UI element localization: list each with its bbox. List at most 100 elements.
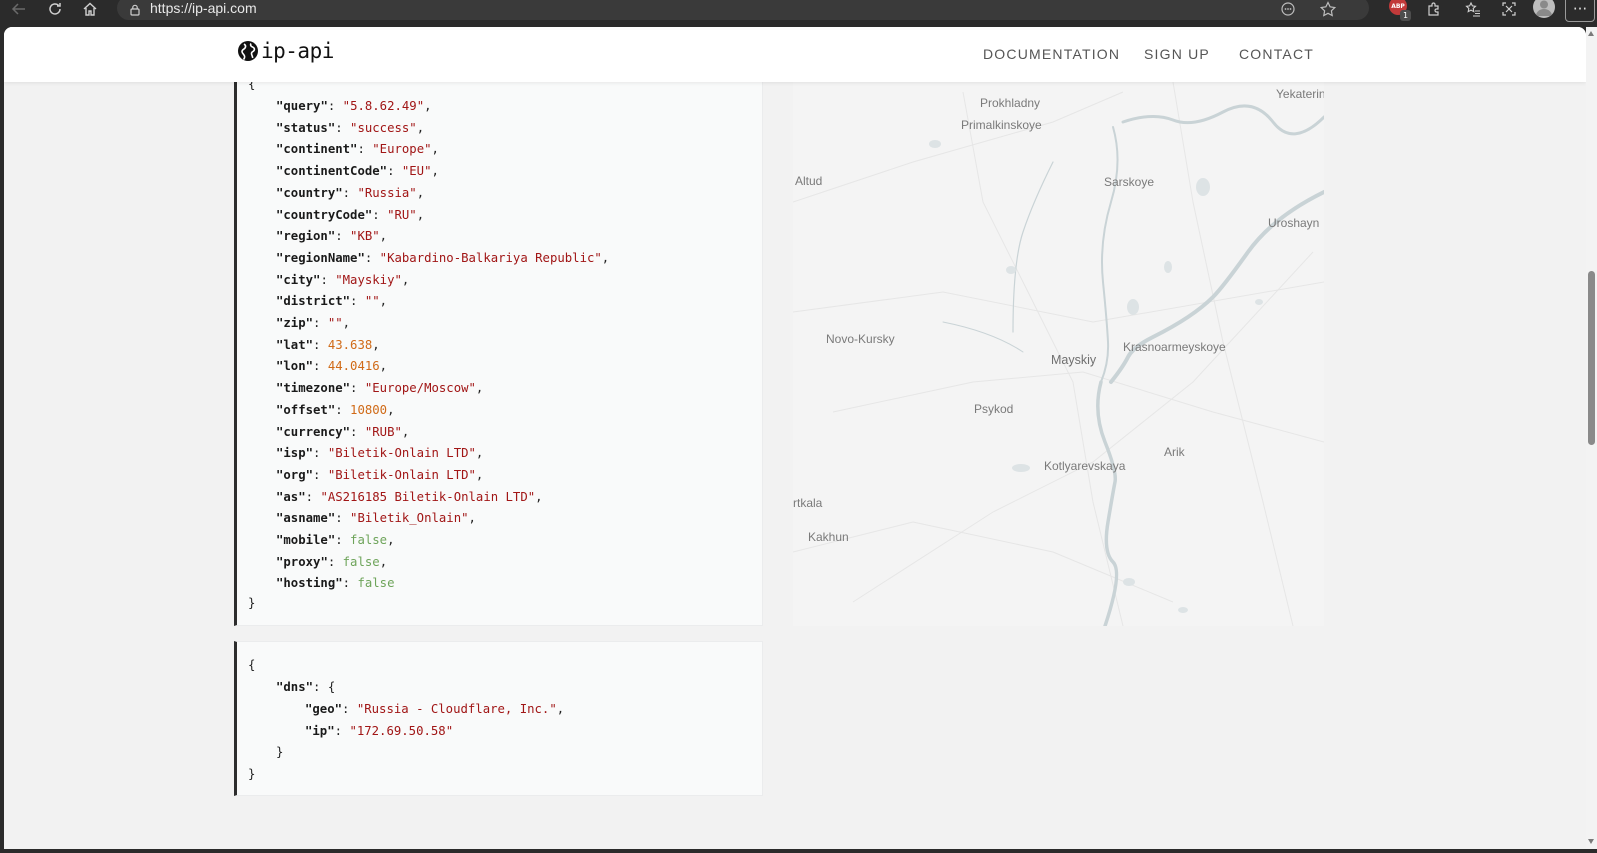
site-logo[interactable]: ip-api <box>237 39 334 63</box>
map-label-uroshayn: Uroshayn <box>1268 216 1320 230</box>
url-text[interactable]: https://ip-api.com <box>150 0 257 16</box>
json-value-text: 172.69.50.58 <box>356 723 446 738</box>
nav-sign-up[interactable]: SIGN UP <box>1144 46 1210 62</box>
favorites-collection-icon[interactable] <box>1463 0 1483 18</box>
json-line-city: "city": "Mayskiy", <box>276 272 410 287</box>
profile-avatar-icon[interactable] <box>1533 0 1555 18</box>
json-value: "Biletik_Onlain" <box>350 511 469 526</box>
map-label-novo-kursky: Novo-Kursky <box>826 332 895 346</box>
extensions-puzzle-icon[interactable] <box>1424 0 1444 18</box>
json-value: "Kabardino-Balkariya Republic" <box>379 250 602 265</box>
json-line-regionname: "regionName": "Kabardino-Balkariya Repub… <box>276 250 610 265</box>
json-value-text: false <box>350 533 388 547</box>
json-key-text: countryCode <box>283 207 365 222</box>
json-value: "172.69.50.58" <box>349 723 454 738</box>
json-key: "timezone" <box>276 381 351 396</box>
json-key: "continent" <box>276 142 358 157</box>
json-key: "asname" <box>276 511 336 526</box>
json-key-text: mobile <box>283 533 328 547</box>
settings-menu-button[interactable]: ··· <box>1565 0 1595 22</box>
json-value: "success" <box>350 120 417 135</box>
json-key: "as" <box>276 489 306 504</box>
json-value: "" <box>364 294 380 309</box>
json-value-text: Biletik_Onlain <box>357 511 462 526</box>
location-map[interactable]: Prokhladny Primalkinskoye Yekaterin Altu… <box>793 82 1324 626</box>
json-line-hosting: "hosting": false <box>276 576 395 591</box>
json-value: "Europe" <box>372 142 432 157</box>
json-line-mobile: "mobile": false, <box>276 533 395 547</box>
json-value: false <box>350 533 387 547</box>
json-key-text: isp <box>283 446 306 461</box>
nav-documentation[interactable]: DOCUMENTATION <box>983 46 1120 62</box>
browser-toolbar: https://ip-api.com ABP 1 ··· <box>0 0 1597 27</box>
json-key-text: geo <box>312 702 335 716</box>
json-line-geo: "geo": "Russia - Cloudflare, Inc.", <box>305 702 565 716</box>
json-key-text: as <box>283 489 299 504</box>
json-key: "geo" <box>305 702 343 716</box>
map-label-arik: Arik <box>1164 445 1185 459</box>
map-label-kotlyarevskaya: Kotlyarevskaya <box>1044 459 1126 473</box>
favorite-star-icon[interactable] <box>1319 1 1337 17</box>
json-key-text: timezone <box>283 381 343 396</box>
json-key: "isp" <box>276 446 314 461</box>
json-value-text: KB <box>357 229 373 244</box>
json-key: "status" <box>276 120 336 135</box>
json-line-country: "country": "Russia", <box>276 185 425 200</box>
map-label-altud: Altud <box>795 174 823 188</box>
json-value-text: Russia - Cloudflare, Inc. <box>364 702 550 716</box>
adblock-badge-label: ABP <box>1391 2 1405 10</box>
reading-mode-icon[interactable] <box>1279 1 1297 17</box>
screenshot-capture-icon[interactable] <box>1499 0 1519 18</box>
back-icon[interactable] <box>9 0 29 18</box>
json-line-offset: "offset": 10800, <box>276 402 395 417</box>
json-value: "" <box>327 316 343 330</box>
json-key: "region" <box>276 229 336 244</box>
json-value-text: false <box>342 554 380 569</box>
json-line-lat: "lat": 43.638, <box>276 337 380 352</box>
page-scrollbar[interactable] <box>1586 27 1597 849</box>
globe-icon <box>238 41 258 61</box>
nav-contact[interactable]: CONTACT <box>1239 46 1314 62</box>
dns-close-brace: } <box>248 767 256 781</box>
scrollbar-thumb[interactable] <box>1588 271 1595 445</box>
home-icon[interactable] <box>80 0 100 18</box>
map-label-psykod: Psykod <box>974 402 1014 416</box>
json-line-asname: "asname": "Biletik_Onlain", <box>276 511 476 526</box>
json-line-continent: "continent": "Europe", <box>276 142 439 157</box>
json-value: "Biletik-Onlain LTD" <box>327 467 476 482</box>
json-value-text: EU <box>409 164 425 179</box>
json-key: "regionName" <box>276 250 365 265</box>
json-key-text: asname <box>283 511 328 526</box>
json-value: 10800 <box>350 403 387 417</box>
json-dns-panel: { "dns": { "geo": "Russia - Cloudflare, … <box>234 641 763 796</box>
json-key: "proxy" <box>276 554 328 569</box>
map-label-prokhladny: Prokhladny <box>980 96 1041 110</box>
json-line-isp: "isp": "Biletik-Onlain LTD", <box>276 446 484 461</box>
json-value: "Europe/Moscow" <box>364 381 476 396</box>
json-key: "offset" <box>276 402 336 417</box>
json-key-text: continent <box>283 142 351 157</box>
json-key-text: proxy <box>283 554 321 569</box>
scroll-up-arrow-icon[interactable] <box>1588 31 1594 36</box>
json-line-query: "query": "5.8.62.49", <box>276 99 432 113</box>
site-navbar: ip-api DOCUMENTATION SIGN UP CONTACT <box>4 27 1586 82</box>
json-key-text: offset <box>283 402 328 417</box>
json-value: "Biletik-Onlain LTD" <box>327 446 476 461</box>
scroll-down-arrow-icon[interactable] <box>1588 839 1594 844</box>
json-value-text: false <box>357 576 395 591</box>
dns-open-brace: { <box>248 658 256 672</box>
json-line-org: "org": "Biletik-Onlain LTD", <box>276 467 484 482</box>
adblock-count-badge: 1 <box>1400 10 1411 21</box>
json-value-text: 43.638 <box>327 337 373 352</box>
json-line-currency: "currency": "RUB", <box>276 424 410 439</box>
refresh-icon[interactable] <box>45 0 65 18</box>
json-value: "AS216185 Biletik-Onlain LTD" <box>320 489 536 504</box>
lock-icon[interactable] <box>128 3 142 17</box>
json-key-text: city <box>283 272 314 287</box>
map-label-primalkinskoye: Primalkinskoye <box>961 118 1042 132</box>
json-key: "ip" <box>305 723 335 738</box>
address-bar[interactable]: https://ip-api.com <box>117 0 1369 20</box>
json-key-text: lat <box>283 337 306 352</box>
json-key-text: ip <box>312 723 328 738</box>
json-value: "Russia" <box>357 185 417 200</box>
